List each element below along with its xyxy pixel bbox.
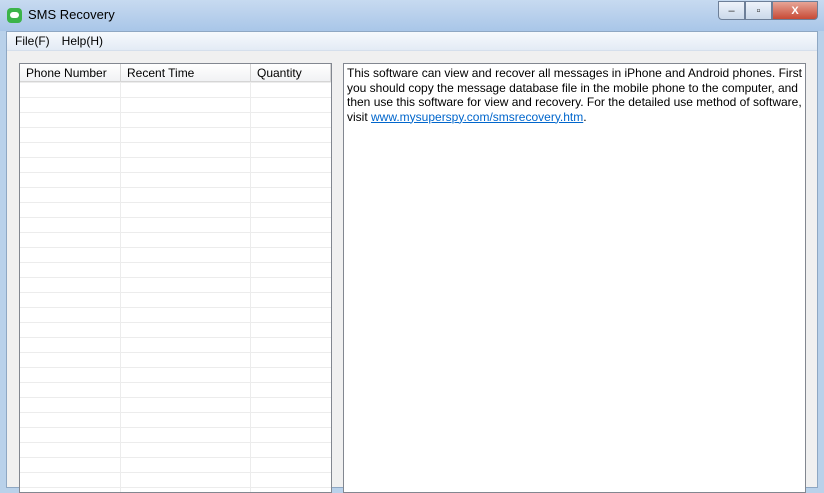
list-header: Phone Number Recent Time Quantity <box>20 64 331 82</box>
sms-app-icon <box>7 8 22 23</box>
title-bar: SMS Recovery ‒ ▫ X <box>0 0 824 31</box>
info-text-end: . <box>583 109 587 124</box>
menu-file[interactable]: File(F) <box>9 32 56 50</box>
menu-bar: File(F) Help(H) <box>7 32 817 51</box>
website-link[interactable]: www.mysuperspy.com/smsrecovery.htm <box>371 110 583 124</box>
close-button[interactable]: X <box>772 1 818 20</box>
column-phone-number[interactable]: Phone Number <box>20 64 121 81</box>
message-list[interactable]: Phone Number Recent Time Quantity <box>19 63 332 493</box>
menu-help[interactable]: Help(H) <box>56 32 109 50</box>
client-area: File(F) Help(H) Phone Number Recent Time… <box>6 31 818 493</box>
column-recent-time[interactable]: Recent Time <box>121 64 251 81</box>
column-quantity[interactable]: Quantity <box>251 64 331 81</box>
list-rows <box>20 82 331 492</box>
maximize-button[interactable]: ▫ <box>745 1 772 20</box>
info-textbox[interactable]: This software can view and recover all m… <box>343 63 806 493</box>
minimize-button[interactable]: ‒ <box>718 1 745 20</box>
window-title: SMS Recovery <box>28 7 115 22</box>
